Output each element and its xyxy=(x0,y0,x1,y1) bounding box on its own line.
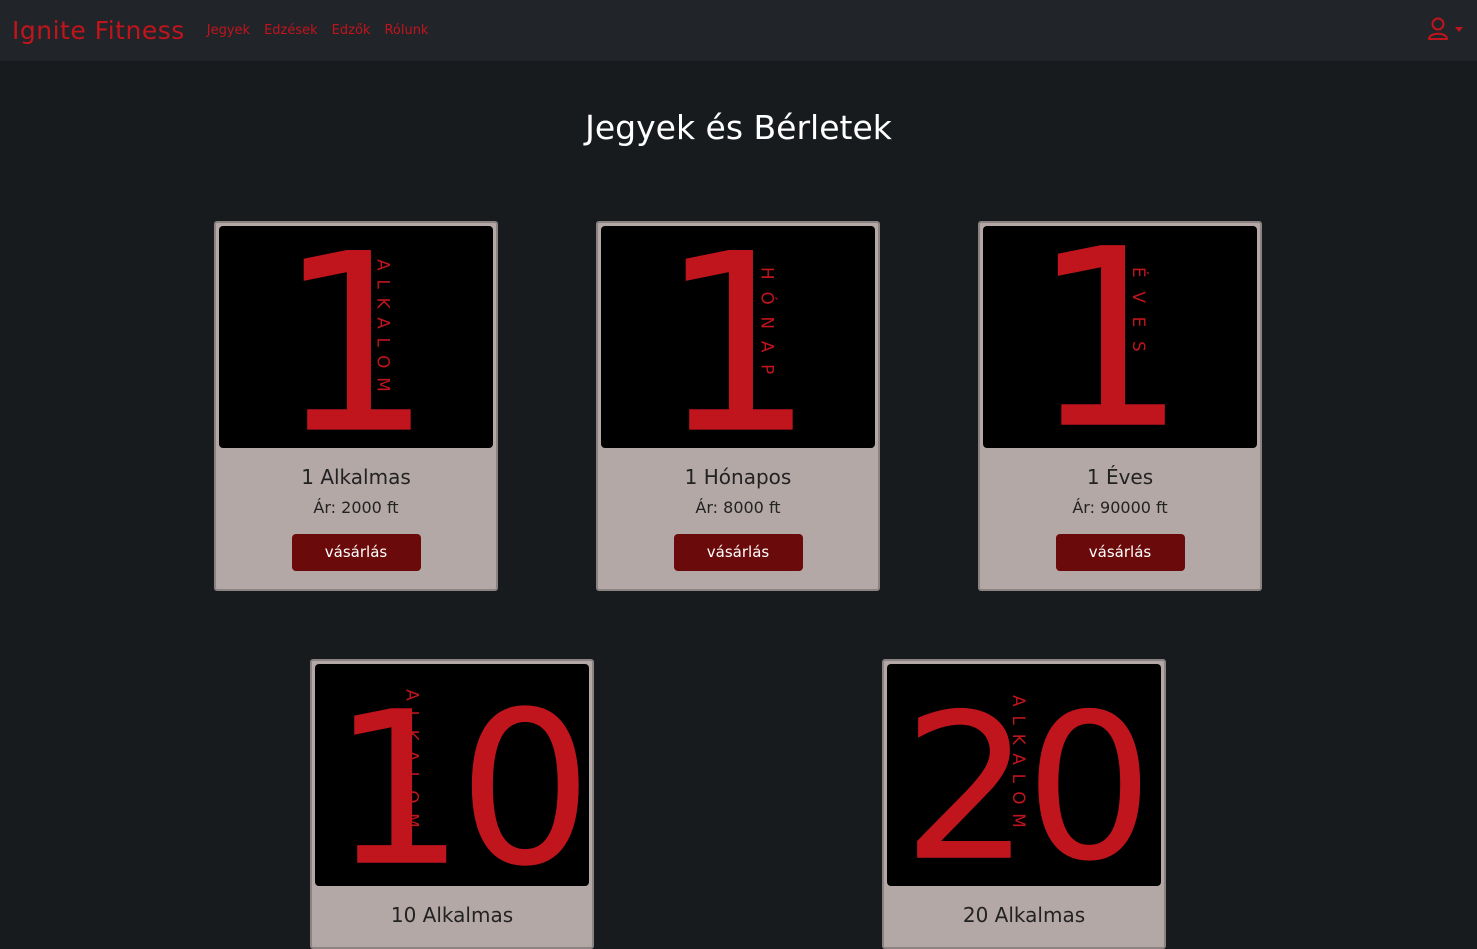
ticket-image: 20 ALKALOM xyxy=(887,664,1161,886)
card-title: 1 Hónapos xyxy=(684,465,792,489)
navbar: Ignite Fitness Jegyek Edzések Edzők Rólu… xyxy=(0,0,1477,61)
card-title: 1 Alkalmas xyxy=(301,465,411,489)
nav-link-rolunk[interactable]: Rólunk xyxy=(384,23,428,38)
page-title: Jegyek és Bérletek xyxy=(585,108,892,147)
nav-link-edzesek[interactable]: Edzések xyxy=(264,23,318,38)
card-title: 20 Alkalmas xyxy=(962,903,1086,927)
buy-button[interactable]: vásárlás xyxy=(1055,534,1185,571)
ticket-image: 10 ALKALOM xyxy=(315,664,589,886)
svg-text:ALKALOM: ALKALOM xyxy=(1009,695,1029,836)
svg-text:ALKALOM: ALKALOM xyxy=(374,259,394,400)
card-title: 1 Éves xyxy=(1086,465,1154,489)
ticket-image: 1 ÉVES xyxy=(983,226,1257,448)
brand-logo[interactable]: Ignite Fitness xyxy=(12,16,185,45)
svg-text:1: 1 xyxy=(277,226,434,448)
buy-button[interactable]: vásárlás xyxy=(291,534,421,571)
svg-text:HÓNAP: HÓNAP xyxy=(758,267,779,386)
nav-links: Jegyek Edzések Edzők Rólunk xyxy=(207,23,429,38)
svg-text:ÉVES: ÉVES xyxy=(1129,267,1150,365)
buy-button[interactable]: vásárlás xyxy=(673,534,803,571)
card-price: Ár: 90000 ft xyxy=(1072,498,1168,517)
svg-text:1: 1 xyxy=(659,226,816,448)
ticket-graphic: 1 HÓNAP xyxy=(659,226,816,448)
ticket-graphic: 20 ALKALOM xyxy=(902,670,1153,886)
ticket-graphic: 1 ÉVES xyxy=(1031,226,1188,448)
ticket-card-1-alkalmas: 1 ALKALOM 1 Alkalmas Ár: 2000 ft vásárlá… xyxy=(214,221,498,591)
svg-text:1: 1 xyxy=(1031,226,1188,448)
card-title: 10 Alkalmas xyxy=(390,903,514,927)
svg-text:ALKALOM: ALKALOM xyxy=(403,689,423,837)
card-price: Ár: 2000 ft xyxy=(313,498,399,517)
ticket-card-10-alkalmas: 10 ALKALOM 10 Alkalmas xyxy=(310,659,594,949)
caret-down-icon xyxy=(1455,26,1463,32)
nav-link-edzok[interactable]: Edzők xyxy=(332,23,371,38)
card-price: Ár: 8000 ft xyxy=(695,498,781,517)
nav-link-jegyek[interactable]: Jegyek xyxy=(207,23,250,38)
ticket-card-20-alkalmas: 20 ALKALOM 20 Alkalmas xyxy=(882,659,1166,949)
ticket-graphic: 1 ALKALOM xyxy=(277,226,434,448)
ticket-graphic: 10 ALKALOM xyxy=(331,666,589,886)
ticket-image: 1 ALKALOM xyxy=(219,226,493,448)
ticket-image: 1 HÓNAP xyxy=(601,226,875,448)
user-icon xyxy=(1428,17,1448,40)
ticket-card-1-honapos: 1 HÓNAP 1 Hónapos Ár: 8000 ft vásárlás xyxy=(596,221,880,591)
svg-text:10: 10 xyxy=(331,666,585,886)
user-menu-toggle[interactable] xyxy=(1427,17,1463,41)
ticket-card-1-eves: 1 ÉVES 1 Éves Ár: 90000 ft vásárlás xyxy=(978,221,1262,591)
